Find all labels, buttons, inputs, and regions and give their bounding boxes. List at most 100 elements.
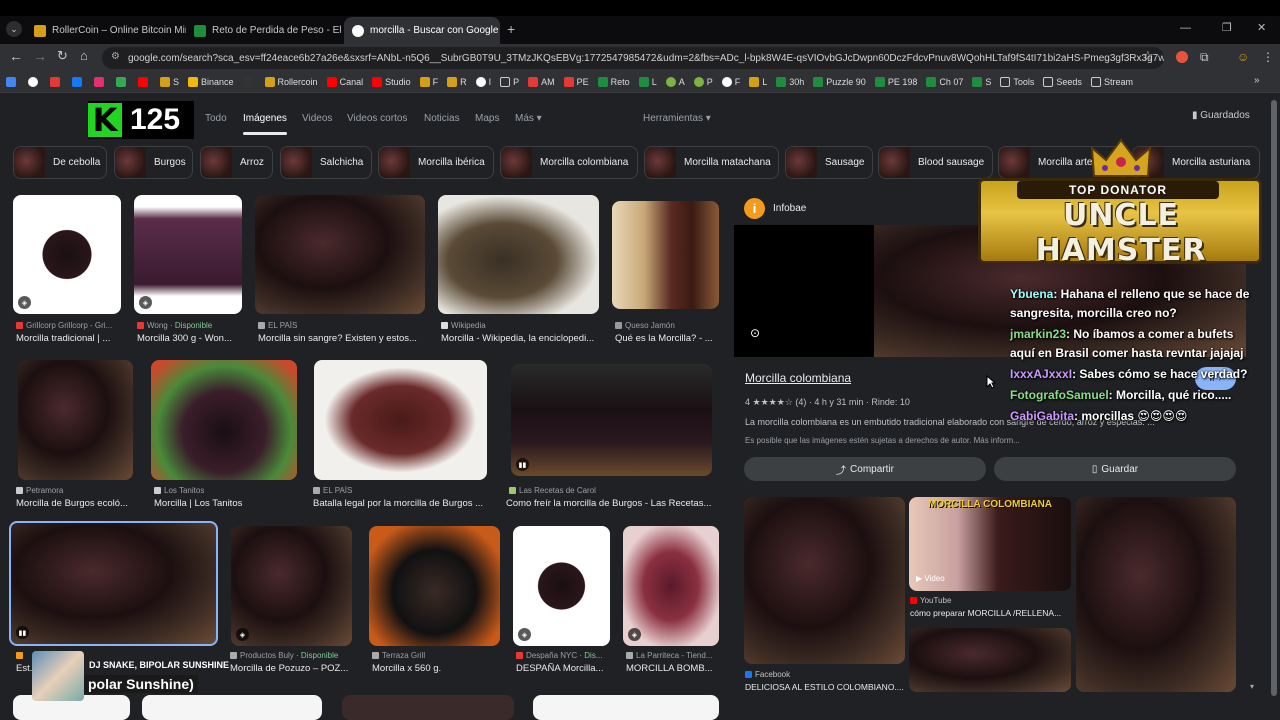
lens-search-icon[interactable]: ⊙	[750, 326, 763, 340]
bookmark-item[interactable]: S	[160, 76, 179, 87]
bookmark-item[interactable]: Puzzle 90	[813, 76, 866, 87]
image-result[interactable]: ◈	[513, 526, 610, 646]
image-result[interactable]	[342, 695, 514, 720]
chip-morcilla-iberica[interactable]: Morcilla ibérica	[378, 146, 494, 179]
tab-noticias[interactable]: Noticias	[424, 113, 460, 124]
restore-icon[interactable]: ❐	[1222, 21, 1232, 34]
reload-icon[interactable]: ↻	[57, 48, 68, 64]
image-result[interactable]	[255, 195, 425, 314]
bookmark-folder[interactable]: Stream	[1090, 76, 1133, 87]
bookmark-item[interactable]: L	[749, 76, 767, 87]
image-result[interactable]: ◈	[231, 526, 352, 646]
related-image[interactable]	[744, 497, 905, 664]
chip-blood-sausage[interactable]: Blood sausage	[878, 146, 993, 179]
result-title[interactable]: DESPAÑA Morcilla...	[516, 663, 614, 674]
tab-search-icon[interactable]: ⌄	[6, 21, 22, 37]
new-tab-icon[interactable]: +	[507, 21, 515, 37]
bookmark-item[interactable]: F	[721, 76, 740, 87]
bookmark-item[interactable]: P	[500, 76, 519, 87]
bookmark-item[interactable]: Reto	[597, 76, 630, 87]
chip-de-cebolla[interactable]: De cebolla	[13, 146, 107, 179]
result-title[interactable]: Morcilla | Los Tanitos	[154, 498, 300, 509]
bookmark-item[interactable]	[242, 76, 256, 87]
result-title[interactable]: Morcilla x 560 g.	[372, 663, 502, 674]
image-result-selected[interactable]: ▮▮	[9, 521, 218, 646]
image-result[interactable]	[369, 526, 500, 646]
result-title[interactable]: Morcilla - Wikipedia, la enciclopedi...	[441, 333, 602, 344]
result-title[interactable]: Morcilla tradicional | ...	[16, 333, 124, 344]
result-title[interactable]: Morcilla de Burgos ecoló...	[16, 498, 146, 509]
image-result[interactable]	[18, 360, 133, 480]
chip-arroz[interactable]: Arroz	[200, 146, 273, 179]
forward-icon[interactable]: →	[33, 48, 47, 64]
panel-source[interactable]: i Infobae	[744, 198, 806, 219]
extensions-puzzle-icon[interactable]: ⧉	[1200, 50, 1209, 65]
bookmark-folder[interactable]: Seeds	[1043, 76, 1082, 87]
panel-title-link[interactable]: Morcilla colombiana	[745, 371, 851, 385]
bookmark-item[interactable]: P	[693, 76, 713, 87]
image-result[interactable]	[142, 695, 322, 720]
bookmark-item[interactable]: L	[638, 76, 657, 87]
chip-morcilla-colombiana[interactable]: Morcilla colombiana	[500, 146, 638, 179]
browser-menu-icon[interactable]: ⋮	[1262, 50, 1274, 64]
scrollbar-thumb[interactable]	[1271, 100, 1277, 696]
bookmark-item[interactable]: AM	[528, 76, 555, 87]
image-result[interactable]: ▮▮	[511, 364, 712, 476]
tab-google-search[interactable]: morcilla - Buscar con Google ✕	[344, 17, 500, 44]
image-result[interactable]	[612, 201, 719, 309]
related-title[interactable]: cómo preparar MORCILLA /RELLENA...	[910, 608, 1070, 618]
chip-burgos[interactable]: Burgos	[114, 146, 193, 179]
tab-todo[interactable]: Todo	[205, 113, 227, 124]
chip-sausage[interactable]: Sausage	[785, 146, 873, 179]
result-title[interactable]: Como freír la morcilla de Burgos - Las R…	[506, 498, 719, 509]
bookmark-item[interactable]: Rollercoin	[264, 76, 318, 87]
bookmark-item[interactable]	[94, 76, 107, 87]
bookmark-item[interactable]	[116, 76, 129, 87]
address-bar[interactable]: ⚙ google.com/search?sca_esv=ff24eace6b27…	[102, 47, 1164, 69]
back-icon[interactable]: ←	[9, 48, 23, 64]
bookmark-item[interactable]	[28, 76, 41, 87]
bookmark-item[interactable]: Studio	[372, 76, 411, 87]
image-result[interactable]: ◈	[13, 195, 121, 314]
guardados-button[interactable]: ▮ Guardados	[1192, 110, 1250, 121]
bookmark-item[interactable]: A	[665, 76, 685, 87]
tab-videos[interactable]: Videos	[302, 113, 332, 124]
result-title[interactable]: Morcilla de Pozuzo – POZ...	[230, 663, 352, 674]
chip-salchicha[interactable]: Salchicha	[280, 146, 372, 179]
tab-reto-peso[interactable]: Reto de Perdida de Peso - El M ✕	[186, 17, 344, 44]
tab-videos-cortos[interactable]: Videos cortos	[347, 113, 407, 124]
scroll-down-icon[interactable]: ▾	[1250, 682, 1254, 691]
close-window-icon[interactable]: ✕	[1257, 21, 1266, 34]
image-result[interactable]	[533, 695, 719, 720]
site-info-icon[interactable]: ⚙	[111, 51, 120, 62]
tab-rollercoin[interactable]: RollerCoin – Online Bitcoin Min ✕	[26, 17, 186, 44]
more-bookmarks-icon[interactable]: »	[1254, 75, 1260, 86]
tab-imagenes[interactable]: Imágenes	[243, 113, 287, 135]
image-result[interactable]	[438, 195, 599, 314]
bookmark-item[interactable]: PE 198	[874, 76, 917, 87]
extension-icon[interactable]	[1176, 51, 1188, 63]
image-result[interactable]: ◈	[623, 526, 719, 646]
bookmark-item[interactable]: S	[972, 76, 991, 87]
tab-mas[interactable]: Más ▾	[515, 113, 542, 124]
bookmark-folder[interactable]: Tools	[1000, 76, 1034, 87]
related-image[interactable]	[1076, 497, 1236, 692]
home-icon[interactable]: ⌂	[80, 48, 88, 63]
result-title[interactable]: Batalla legal por la morcilla de Burgos …	[313, 498, 493, 509]
bookmark-star-icon[interactable]: ☆	[1142, 48, 1154, 64]
image-result[interactable]	[314, 360, 487, 480]
bookmark-item[interactable]	[72, 76, 85, 87]
minimize-icon[interactable]: —	[1180, 22, 1191, 34]
share-button[interactable]: ⤴ Compartir	[744, 457, 986, 481]
bookmark-item[interactable]: I	[475, 76, 491, 87]
related-title[interactable]: DELICIOSA AL ESTILO COLOMBIANO....	[745, 682, 905, 692]
bookmark-item[interactable]: Canal	[326, 76, 363, 87]
chip-morcilla-matachana[interactable]: Morcilla matachana	[644, 146, 779, 179]
bookmark-item[interactable]: PE	[563, 76, 589, 87]
profile-icon[interactable]: ☺	[1237, 50, 1249, 64]
save-button[interactable]: ▯ Guardar	[994, 457, 1236, 481]
tab-maps[interactable]: Maps	[475, 113, 499, 124]
related-image[interactable]	[909, 628, 1071, 692]
herramientas-button[interactable]: Herramientas ▾	[643, 113, 711, 124]
result-title[interactable]: Morcilla 300 g - Won...	[137, 333, 245, 344]
